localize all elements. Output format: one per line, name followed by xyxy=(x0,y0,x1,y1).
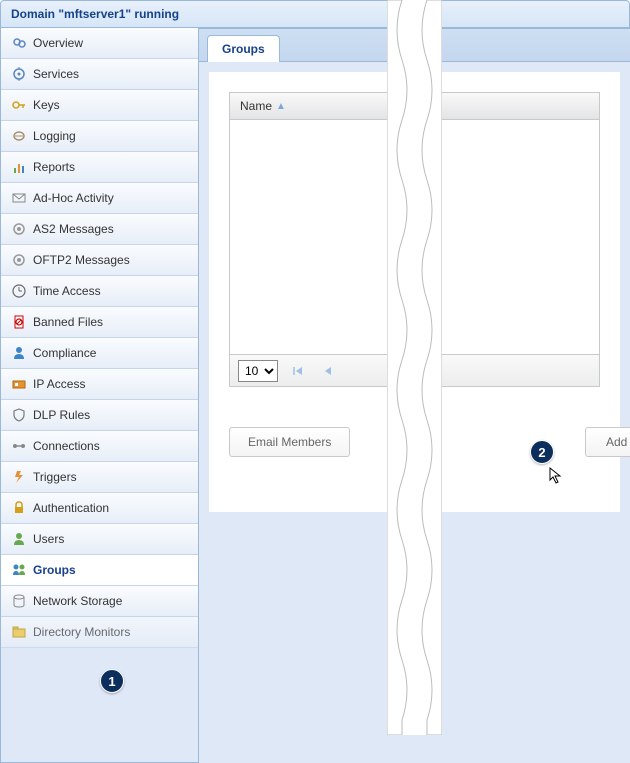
sidebar-item-label: Time Access xyxy=(33,284,101,298)
keys-icon xyxy=(11,97,27,113)
sidebar-item-label: DLP Rules xyxy=(33,408,90,422)
banned-icon xyxy=(11,314,27,330)
triggers-icon xyxy=(11,469,27,485)
sidebar-item-triggers[interactable]: Triggers xyxy=(1,462,198,493)
sidebar-item-label: Services xyxy=(33,67,79,81)
sidebar-item-label: Network Storage xyxy=(33,594,122,608)
sidebar-item-label: Directory Monitors xyxy=(33,625,130,639)
sidebar-item-reports[interactable]: Reports xyxy=(1,152,198,183)
callout-2: 2 xyxy=(530,440,554,464)
sidebar-item-label: Ad-Hoc Activity xyxy=(33,191,114,205)
monitors-icon xyxy=(11,624,27,640)
sidebar-item-keys[interactable]: Keys xyxy=(1,90,198,121)
sidebar-item-ip-access[interactable]: IP Access xyxy=(1,369,198,400)
sidebar-item-label: Reports xyxy=(33,160,75,174)
users-icon xyxy=(11,531,27,547)
domain-title: Domain "mftserver1" running xyxy=(11,7,179,21)
sidebar-item-label: IP Access xyxy=(33,377,85,391)
tab-groups[interactable]: Groups xyxy=(207,35,280,62)
clock-icon xyxy=(11,283,27,299)
sidebar-item-groups[interactable]: Groups xyxy=(1,555,198,586)
sidebar-item-label: OFTP2 Messages xyxy=(33,253,130,267)
compliance-icon xyxy=(11,345,27,361)
ip-icon xyxy=(11,376,27,392)
sidebar-item-authentication[interactable]: Authentication xyxy=(1,493,198,524)
sidebar-item-label: Logging xyxy=(33,129,76,143)
email-members-button[interactable]: Email Members xyxy=(229,427,350,457)
services-icon xyxy=(11,66,27,82)
sidebar-item-users[interactable]: Users xyxy=(1,524,198,555)
shield-icon xyxy=(11,407,27,423)
sidebar-item-as2[interactable]: AS2 Messages xyxy=(1,214,198,245)
sidebar-item-connections[interactable]: Connections xyxy=(1,431,198,462)
sidebar-item-adhoc[interactable]: Ad-Hoc Activity xyxy=(1,183,198,214)
sidebar-item-label: Users xyxy=(33,532,64,546)
sidebar-item-time-access[interactable]: Time Access xyxy=(1,276,198,307)
as2-icon xyxy=(11,221,27,237)
storage-icon xyxy=(11,593,27,609)
sidebar-item-dlp-rules[interactable]: DLP Rules xyxy=(1,400,198,431)
sidebar-item-label: Overview xyxy=(33,36,83,50)
sidebar-item-label: AS2 Messages xyxy=(33,222,114,236)
sidebar-item-oftp2[interactable]: OFTP2 Messages xyxy=(1,245,198,276)
sidebar-item-directory-monitors[interactable]: Directory Monitors xyxy=(1,617,198,648)
sidebar-item-compliance[interactable]: Compliance xyxy=(1,338,198,369)
callout-1: 1 xyxy=(100,669,124,693)
add-button[interactable]: Add xyxy=(585,427,630,457)
torn-edge xyxy=(412,0,442,735)
tab-label: Groups xyxy=(222,42,265,56)
oftp2-icon xyxy=(11,252,27,268)
sidebar-item-banned-files[interactable]: Banned Files xyxy=(1,307,198,338)
groups-icon xyxy=(11,562,27,578)
logging-icon xyxy=(11,128,27,144)
pager-prev-icon[interactable] xyxy=(318,361,338,381)
domain-header: Domain "mftserver1" running xyxy=(0,0,630,28)
connections-icon xyxy=(11,438,27,454)
sidebar: Overview Services Keys Logging Reports A… xyxy=(0,28,199,763)
sidebar-item-overview[interactable]: Overview xyxy=(1,28,198,59)
lock-icon xyxy=(11,500,27,516)
sidebar-item-label: Banned Files xyxy=(33,315,103,329)
sidebar-item-network-storage[interactable]: Network Storage xyxy=(1,586,198,617)
reports-icon xyxy=(11,159,27,175)
sort-asc-icon: ▲ xyxy=(276,101,286,112)
sidebar-item-label: Authentication xyxy=(33,501,109,515)
sidebar-item-label: Triggers xyxy=(33,470,77,484)
sidebar-item-label: Keys xyxy=(33,98,60,112)
sidebar-item-services[interactable]: Services xyxy=(1,59,198,90)
sidebar-item-label: Compliance xyxy=(33,346,96,360)
sidebar-item-label: Groups xyxy=(33,563,76,577)
sidebar-item-logging[interactable]: Logging xyxy=(1,121,198,152)
overview-icon xyxy=(11,35,27,51)
column-name: Name xyxy=(240,99,272,113)
page-size-select[interactable]: 10 xyxy=(238,360,278,382)
mail-icon xyxy=(11,190,27,206)
sidebar-item-label: Connections xyxy=(33,439,100,453)
pager-first-icon[interactable] xyxy=(288,361,308,381)
